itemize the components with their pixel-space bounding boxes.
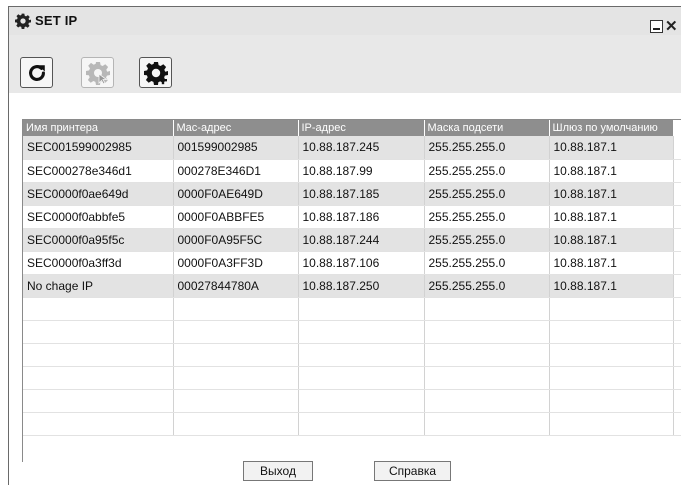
cell-subnet: 255.255.255.0	[424, 251, 550, 275]
cell-printer-name: SEC0000f0a95f5c	[23, 228, 174, 252]
table-header-row: Имя принтера Mac-адрес IP-адрес Маска по…	[23, 120, 681, 136]
table-row[interactable]: SEC001599002985 001599002985 10.88.187.2…	[23, 136, 681, 160]
cell-filler	[673, 251, 681, 275]
empty-row	[23, 343, 681, 367]
cell-printer-name: SEC0000f0abbfe5	[23, 205, 174, 229]
column-header-gateway[interactable]: Шлюз по умолчанию	[549, 120, 674, 136]
cell-printer-name: SEC0000f0a3ff3d	[23, 251, 174, 275]
column-header-mac[interactable]: Mac-адрес	[173, 120, 299, 136]
column-header-subnet[interactable]: Маска подсети	[424, 120, 550, 136]
cell-gateway: 10.88.187.1	[549, 136, 674, 160]
cell-ip: 10.88.187.185	[298, 182, 425, 206]
table-row[interactable]: SEC0000f0abbfe5 0000F0ABBFE5 10.88.187.1…	[23, 205, 681, 229]
cell-filler	[673, 136, 681, 160]
table-row[interactable]: SEC0000f0a95f5c 0000F0A95F5C 10.88.187.2…	[23, 228, 681, 252]
cell-mac: 0000F0A95F5C	[173, 228, 299, 252]
cell-mac: 001599002985	[173, 136, 299, 160]
refresh-icon	[28, 64, 45, 81]
gear-cursor-icon	[85, 61, 110, 85]
set-ip-window: SET IP ✕ Имя принтера Mac-адрес IP-адрес…	[8, 6, 681, 485]
cell-mac: 0000F0ABBFE5	[173, 205, 299, 229]
cell-gateway: 10.88.187.1	[549, 228, 674, 252]
window-title: SET IP	[35, 13, 78, 28]
table-row[interactable]: No chage IP 00027844780A 10.88.187.250 2…	[23, 274, 681, 298]
set-ip-button[interactable]	[81, 57, 114, 88]
cell-subnet: 255.255.255.0	[424, 228, 550, 252]
cell-filler	[673, 228, 681, 252]
title-bar[interactable]: SET IP ✕	[9, 7, 681, 35]
cell-filler	[673, 205, 681, 229]
empty-row	[23, 297, 681, 321]
add-settings-button[interactable]	[139, 57, 172, 88]
table-row[interactable]: SEC0000f0a3ff3d 0000F0A3FF3D 10.88.187.1…	[23, 251, 681, 275]
printer-table: Имя принтера Mac-адрес IP-адрес Маска по…	[22, 119, 681, 462]
cell-subnet: 255.255.255.0	[424, 274, 550, 298]
cell-subnet: 255.255.255.0	[424, 182, 550, 206]
cell-ip: 10.88.187.250	[298, 274, 425, 298]
cell-gateway: 10.88.187.1	[549, 159, 674, 183]
empty-row	[23, 366, 681, 390]
cell-mac: 0000F0AE649D	[173, 182, 299, 206]
minimize-icon[interactable]	[650, 20, 663, 33]
cell-printer-name: SEC000278e346d1	[23, 159, 174, 183]
cell-gateway: 10.88.187.1	[549, 251, 674, 275]
column-header-filler	[672, 120, 681, 136]
gear-add-icon	[143, 61, 168, 85]
cell-filler	[673, 159, 681, 183]
cell-gateway: 10.88.187.1	[549, 205, 674, 229]
table-row[interactable]: SEC0000f0ae649d 0000F0AE649D 10.88.187.1…	[23, 182, 681, 206]
cell-ip: 10.88.187.186	[298, 205, 425, 229]
cell-printer-name: No chage IP	[23, 274, 174, 298]
cell-printer-name: SEC001599002985	[23, 136, 174, 160]
empty-row	[23, 412, 681, 436]
cell-filler	[673, 274, 681, 298]
cell-filler	[673, 182, 681, 206]
cell-ip: 10.88.187.244	[298, 228, 425, 252]
cell-subnet: 255.255.255.0	[424, 159, 550, 183]
cell-subnet: 255.255.255.0	[424, 136, 550, 160]
column-header-printer-name[interactable]: Имя принтера	[23, 120, 174, 136]
cell-subnet: 255.255.255.0	[424, 205, 550, 229]
help-button[interactable]: Справка	[374, 461, 451, 481]
cell-mac: 000278E346D1	[173, 159, 299, 183]
cell-ip: 10.88.187.245	[298, 136, 425, 160]
cell-printer-name: SEC0000f0ae649d	[23, 182, 174, 206]
exit-button[interactable]: Выход	[243, 461, 313, 481]
column-header-ip[interactable]: IP-адрес	[298, 120, 425, 136]
table-row[interactable]: SEC000278e346d1 000278E346D1 10.88.187.9…	[23, 159, 681, 183]
close-icon[interactable]: ✕	[665, 19, 678, 34]
cell-mac: 00027844780A	[173, 274, 299, 298]
empty-row	[23, 320, 681, 344]
cell-mac: 0000F0A3FF3D	[173, 251, 299, 275]
cell-gateway: 10.88.187.1	[549, 182, 674, 206]
cell-ip: 10.88.187.99	[298, 159, 425, 183]
empty-row	[23, 389, 681, 413]
gear-icon	[15, 13, 31, 29]
refresh-button[interactable]	[20, 57, 53, 88]
cell-ip: 10.88.187.106	[298, 251, 425, 275]
toolbar	[9, 35, 681, 93]
cell-gateway: 10.88.187.1	[549, 274, 674, 298]
